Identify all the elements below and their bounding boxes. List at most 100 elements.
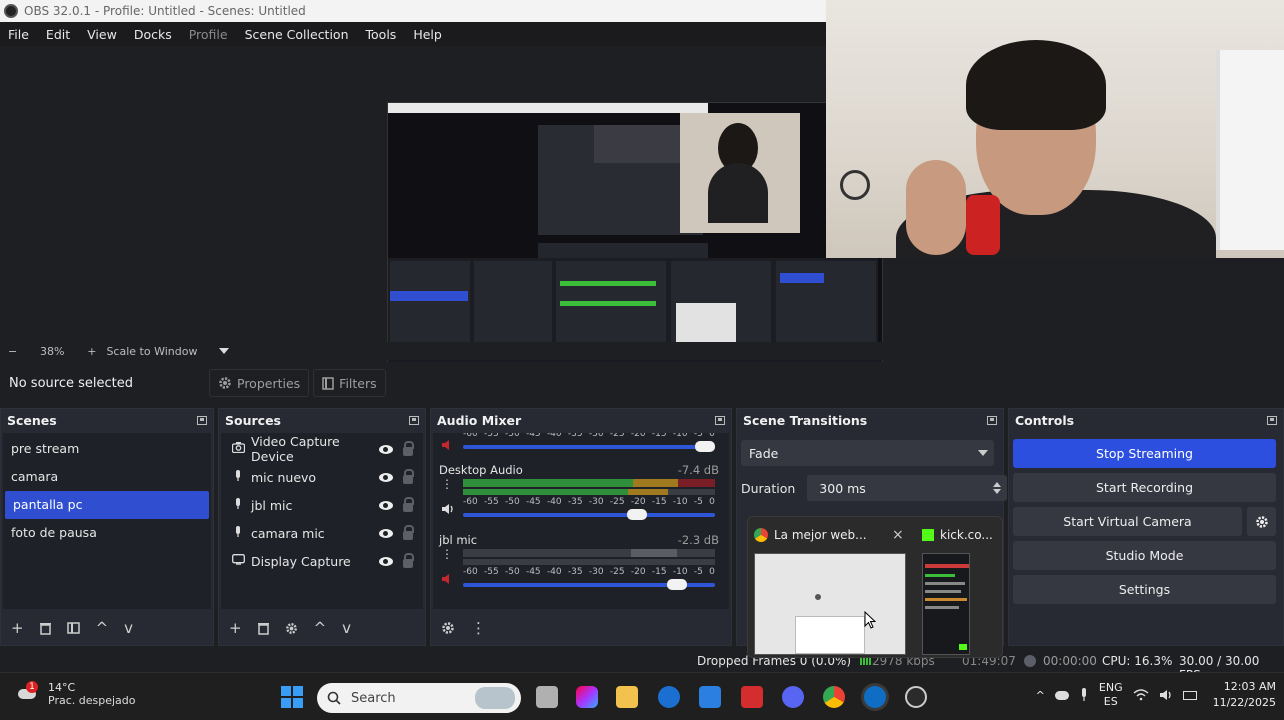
- gear-icon[interactable]: [285, 622, 298, 635]
- clock[interactable]: 12:03 AM 11/22/2025: [1213, 679, 1276, 711]
- start-recording-button[interactable]: Start Recording: [1013, 473, 1276, 502]
- lock-icon[interactable]: [403, 440, 414, 456]
- source-name: Video Capture Device: [251, 434, 340, 464]
- weather-widget[interactable]: 1 14°C Prac. despejado: [16, 681, 135, 707]
- zoom-out-button[interactable]: −: [8, 345, 17, 358]
- filters-icon: [322, 376, 334, 390]
- menu-scene-collection[interactable]: Scene Collection: [245, 27, 349, 42]
- source-item[interactable]: jbl mic: [221, 491, 423, 519]
- thumbnail-chrome-window[interactable]: La mejor web... ×: [754, 525, 906, 655]
- mixer-menu-icon[interactable]: ⋮: [471, 619, 486, 637]
- more-options-icon[interactable]: ⋮: [441, 477, 453, 491]
- undock-icon[interactable]: [987, 415, 997, 425]
- menu-edit[interactable]: Edit: [46, 27, 70, 42]
- file-explorer-icon[interactable]: [616, 686, 638, 708]
- undock-icon[interactable]: [715, 415, 725, 425]
- zoom-bar: − 38% + Scale to Window: [0, 342, 1284, 360]
- onedrive-icon[interactable]: [1054, 690, 1069, 700]
- wifi-icon[interactable]: [1133, 689, 1149, 701]
- task-view-icon[interactable]: [536, 686, 558, 708]
- source-item[interactable]: Video Capture Device: [221, 434, 423, 464]
- trash-icon[interactable]: [257, 622, 269, 635]
- move-down-icon[interactable]: v: [342, 619, 351, 637]
- chrome-active-icon[interactable]: [864, 686, 886, 708]
- settings-button[interactable]: Settings: [1013, 575, 1276, 604]
- scene-item[interactable]: camara: [3, 463, 211, 491]
- taskbar-search[interactable]: Search: [317, 683, 521, 713]
- visibility-eye-icon[interactable]: [379, 472, 393, 482]
- muted-speaker-icon[interactable]: [441, 439, 455, 451]
- mcafee-icon[interactable]: [741, 686, 763, 708]
- undock-icon[interactable]: [1267, 415, 1277, 425]
- menu-tools[interactable]: Tools: [366, 27, 397, 42]
- duration-input[interactable]: 300 ms: [807, 475, 1008, 501]
- menu-docks[interactable]: Docks: [134, 27, 172, 42]
- sources-dock: Sources Video Capture Device mic nuevo j…: [218, 408, 426, 646]
- source-item[interactable]: Display Capture: [221, 547, 423, 575]
- visibility-eye-icon[interactable]: [379, 556, 393, 566]
- hp-icon[interactable]: [658, 686, 680, 708]
- undock-icon[interactable]: [197, 415, 207, 425]
- menu-file[interactable]: File: [8, 27, 29, 42]
- windows-start-icon[interactable]: [281, 686, 303, 708]
- menu-profile[interactable]: Profile: [189, 27, 228, 42]
- more-options-icon[interactable]: ⋮: [441, 547, 453, 561]
- windows-taskbar: 1 14°C Prac. despejado Search ^ ENG ES 1…: [0, 672, 1284, 720]
- lock-icon[interactable]: [403, 468, 414, 484]
- scene-item-selected[interactable]: pantalla pc: [5, 491, 209, 519]
- copilot-icon[interactable]: [576, 686, 598, 708]
- muted-speaker-icon[interactable]: [441, 573, 455, 585]
- studio-mode-button[interactable]: Studio Mode: [1013, 541, 1276, 570]
- lock-icon[interactable]: [403, 524, 414, 540]
- volume-slider[interactable]: [463, 579, 715, 590]
- filters-button[interactable]: Filters: [313, 369, 386, 397]
- discord-icon[interactable]: [782, 686, 804, 708]
- transition-select[interactable]: Fade: [741, 440, 994, 466]
- volume-icon[interactable]: [1159, 689, 1173, 701]
- menu-help[interactable]: Help: [413, 27, 442, 42]
- language-indicator[interactable]: ENG ES: [1099, 681, 1123, 709]
- close-icon[interactable]: ×: [892, 527, 904, 543]
- scene-filters-icon[interactable]: [66, 622, 80, 634]
- add-source-icon[interactable]: +: [229, 619, 242, 637]
- visibility-eye-icon[interactable]: [379, 444, 393, 454]
- chrome-icon[interactable]: [823, 686, 845, 708]
- properties-button[interactable]: Properties: [209, 369, 310, 397]
- nested-screen-capture: [387, 102, 883, 382]
- source-item[interactable]: camara mic: [221, 519, 423, 547]
- visibility-eye-icon[interactable]: [379, 528, 393, 538]
- battery-icon[interactable]: [1182, 690, 1197, 700]
- duration-value: 300 ms: [819, 480, 866, 496]
- source-item[interactable]: mic nuevo: [221, 463, 423, 491]
- volume-slider[interactable]: [463, 441, 715, 452]
- microphone-icon[interactable]: [1079, 688, 1089, 702]
- virtual-camera-settings-button[interactable]: [1247, 507, 1276, 536]
- move-down-icon[interactable]: v: [124, 619, 133, 637]
- thumbnail-kick-window[interactable]: kick.co...: [922, 525, 993, 655]
- scene-item[interactable]: foto de pausa: [3, 519, 211, 547]
- scene-item[interactable]: pre stream: [3, 435, 211, 463]
- controls-title: Controls: [1015, 412, 1075, 428]
- stop-streaming-button[interactable]: Stop Streaming: [1013, 439, 1276, 468]
- move-up-icon[interactable]: ^: [314, 619, 327, 637]
- preview-canvas[interactable]: [0, 0, 1284, 382]
- volume-slider[interactable]: [463, 509, 715, 520]
- scale-dropdown-icon[interactable]: [219, 348, 230, 354]
- speaker-icon[interactable]: [441, 503, 455, 515]
- visibility-eye-icon[interactable]: [379, 500, 393, 510]
- lock-icon[interactable]: [403, 496, 414, 512]
- level-meter: [463, 489, 715, 495]
- move-up-icon[interactable]: ^: [96, 619, 109, 637]
- microsoft-store-icon[interactable]: [699, 686, 721, 708]
- duration-spinner-icon[interactable]: [993, 482, 1002, 494]
- advanced-audio-gear-icon[interactable]: [441, 621, 455, 635]
- obs-taskbar-icon[interactable]: [905, 686, 927, 708]
- tray-overflow-icon[interactable]: ^: [1036, 689, 1045, 702]
- start-virtual-camera-button[interactable]: Start Virtual Camera: [1013, 507, 1242, 536]
- zoom-in-button[interactable]: +: [87, 345, 96, 358]
- undock-icon[interactable]: [409, 415, 419, 425]
- lock-icon[interactable]: [403, 552, 414, 568]
- trash-icon[interactable]: [39, 622, 51, 635]
- add-scene-icon[interactable]: +: [11, 619, 24, 637]
- menu-view[interactable]: View: [87, 27, 117, 42]
